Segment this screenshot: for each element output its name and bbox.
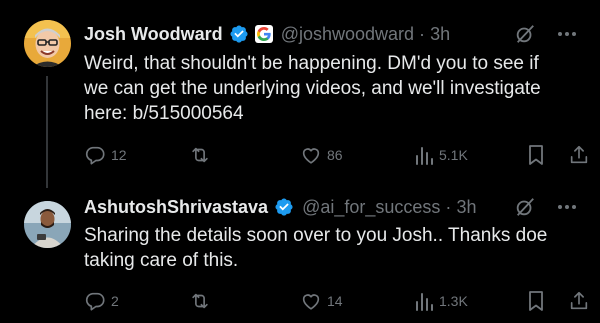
handle-and-time[interactable]: @joshwoodward · 3h	[281, 24, 450, 45]
handle[interactable]: @ai_for_success	[302, 197, 440, 217]
tweet[interactable]: AshutoshShrivastava @ai_for_success · 3h	[0, 185, 600, 323]
more-options-icon[interactable]	[556, 196, 578, 218]
verified-badge-icon[interactable]	[274, 197, 294, 217]
reply-button[interactable]: 12	[84, 143, 127, 167]
view-count: 1.3K	[439, 293, 468, 309]
repost-icon	[188, 290, 212, 312]
reply-icon	[84, 290, 106, 312]
reply-icon	[84, 144, 106, 166]
timestamp[interactable]: 3h	[456, 197, 476, 217]
heart-icon	[300, 290, 322, 312]
views-button[interactable]: 1.3K	[414, 289, 468, 313]
tweet-text: Sharing the details soon over to you Jos…	[84, 225, 548, 271]
bookmark-icon	[526, 144, 546, 166]
handle[interactable]: @joshwoodward	[281, 24, 414, 44]
thread-line	[46, 76, 48, 188]
analytics-icon	[414, 144, 434, 166]
tweet-text: Weird, that shouldn't be happening. DM'd…	[84, 53, 541, 124]
avatar[interactable]	[24, 20, 71, 67]
view-count: 5.1K	[439, 147, 468, 163]
separator: ·	[445, 196, 452, 217]
analytics-icon	[414, 290, 434, 312]
reply-count: 12	[111, 147, 127, 163]
share-button[interactable]	[568, 289, 590, 313]
handle-and-time[interactable]: @ai_for_success · 3h	[302, 197, 476, 218]
tweet-header: AshutoshShrivastava @ai_for_success · 3h	[84, 194, 584, 220]
google-g-icon[interactable]	[254, 25, 273, 43]
like-count: 14	[327, 293, 343, 309]
reply-count: 2	[111, 293, 119, 309]
action-bar: 12 86 5.1K	[84, 143, 600, 167]
timestamp[interactable]: 3h	[430, 24, 450, 44]
verified-badge-icon[interactable]	[229, 24, 249, 44]
grok-icon[interactable]	[514, 23, 536, 45]
separator: ·	[419, 23, 426, 44]
share-button[interactable]	[568, 143, 590, 167]
like-count: 86	[327, 147, 343, 163]
share-icon	[568, 290, 590, 312]
action-bar: 2 14 1.3K	[84, 289, 600, 313]
repost-button[interactable]	[188, 289, 217, 313]
bookmark-icon	[526, 290, 546, 312]
tweet-header: Josh Woodward @joshwoodward · 3h	[84, 21, 584, 47]
bookmark-button[interactable]	[526, 143, 546, 167]
heart-icon	[300, 144, 322, 166]
avatar[interactable]	[24, 201, 71, 248]
share-icon	[568, 144, 590, 166]
display-name[interactable]: Josh Woodward	[84, 24, 223, 45]
like-button[interactable]: 14	[300, 289, 343, 313]
tweet[interactable]: Josh Woodward @joshwoodward · 3h Weird, …	[0, 0, 600, 188]
repost-button[interactable]	[188, 143, 217, 167]
views-button[interactable]: 5.1K	[414, 143, 468, 167]
reply-button[interactable]: 2	[84, 289, 119, 313]
display-name[interactable]: AshutoshShrivastava	[84, 197, 268, 218]
repost-icon	[188, 144, 212, 166]
more-options-icon[interactable]	[556, 23, 578, 45]
grok-icon[interactable]	[514, 196, 536, 218]
bookmark-button[interactable]	[526, 289, 546, 313]
like-button[interactable]: 86	[300, 143, 343, 167]
